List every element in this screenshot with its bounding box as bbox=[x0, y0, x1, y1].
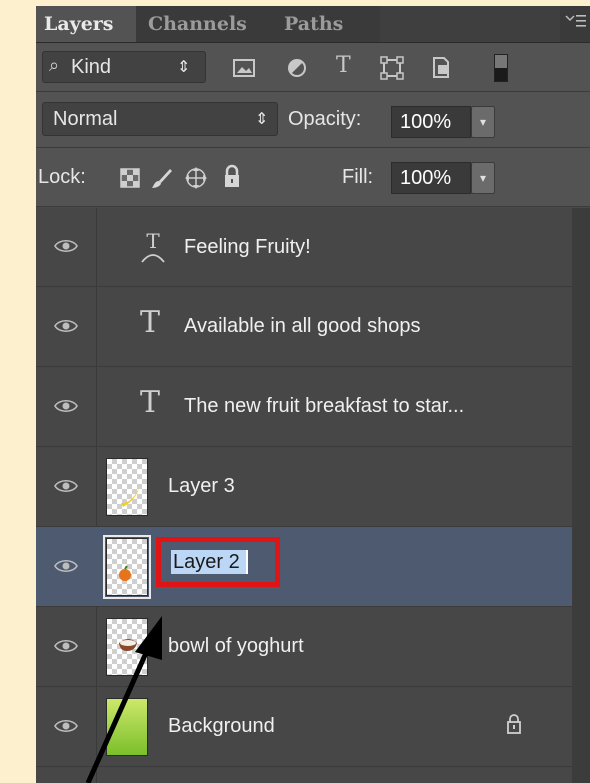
annotation-arrow-icon bbox=[85, 616, 162, 783]
